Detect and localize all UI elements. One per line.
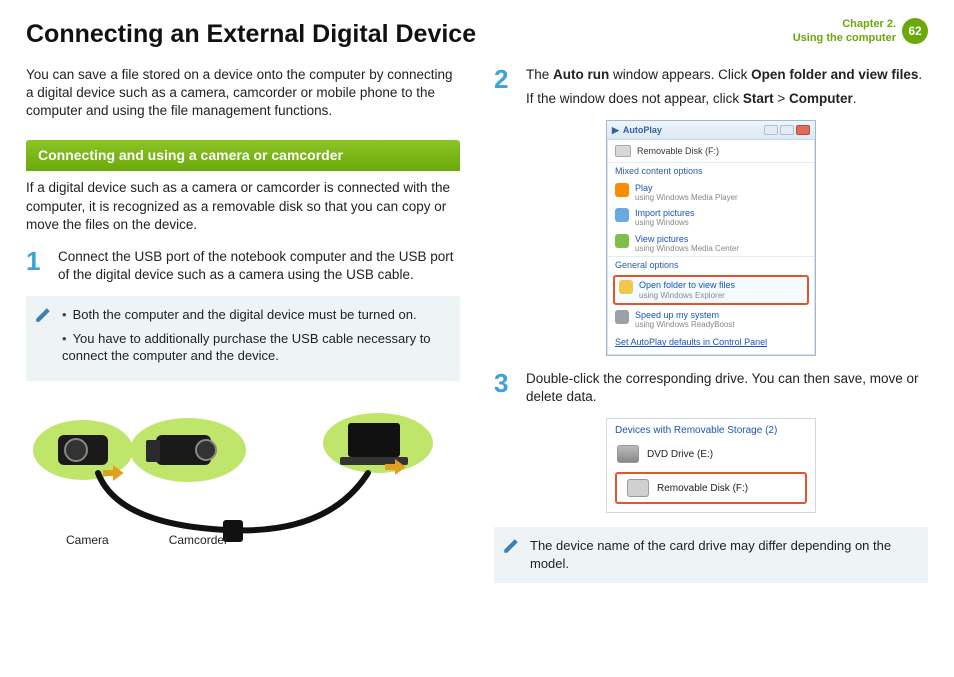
- step2-mid: window appears. Click: [609, 67, 751, 82]
- autoplay-import-label: Import pictures: [635, 208, 695, 218]
- page-title: Connecting an External Digital Device: [26, 18, 476, 52]
- storage-item-dvd[interactable]: DVD Drive (E:): [607, 440, 815, 468]
- step2-line2end: .: [853, 91, 857, 106]
- window-minimize-icon[interactable]: [764, 125, 778, 135]
- autoplay-open-label: Open folder to view files: [639, 280, 735, 290]
- step2-openfolder: Open folder and view files: [751, 67, 918, 82]
- autoplay-titlebar: ▶ AutoPlay: [607, 121, 815, 140]
- autoplay-play-label: Play: [635, 183, 738, 193]
- section-heading: Connecting and using a camera or camcord…: [26, 140, 460, 171]
- removable-disk-label: Removable Disk (F:): [657, 482, 748, 496]
- chapter-line-1: Chapter 2.: [793, 18, 896, 32]
- note-box-device-name: The device name of the card drive may di…: [494, 527, 928, 582]
- step2-autorun: Auto run: [553, 67, 609, 82]
- diagram-label-camcorder: Camcorder: [169, 532, 228, 548]
- step-number-1: 1: [26, 248, 48, 284]
- step-2: 2 The Auto run window appears. Click Ope…: [494, 66, 928, 108]
- autoplay-speed-label: Speed up my system: [635, 310, 735, 320]
- autoplay-defaults-link[interactable]: Set AutoPlay defaults in Control Panel: [607, 332, 815, 354]
- autoplay-title-text: AutoPlay: [623, 124, 662, 136]
- note-box-usb: Both the computer and the digital device…: [26, 296, 460, 381]
- autoplay-item-open-folder[interactable]: Open folder to view filesusing Windows E…: [613, 275, 809, 305]
- autoplay-drive-row: Removable Disk (F:): [607, 140, 815, 162]
- removable-storage-panel: Devices with Removable Storage (2) DVD D…: [606, 418, 816, 514]
- note-item-2: You have to additionally purchase the US…: [62, 330, 448, 365]
- dvd-drive-label: DVD Drive (E:): [647, 448, 713, 462]
- autoplay-play-sub: using Windows Media Player: [635, 193, 738, 202]
- removable-disk-icon: [627, 479, 649, 497]
- step2-computer: Computer: [789, 91, 853, 106]
- autoplay-drive-label: Removable Disk (F:): [637, 145, 719, 157]
- storage-header: Devices with Removable Storage (2): [607, 419, 815, 441]
- chapter-line-2: Using the computer: [793, 32, 896, 46]
- note-icon: [34, 306, 52, 324]
- autoplay-speed-sub: using Windows ReadyBoost: [635, 320, 735, 329]
- section-description: If a digital device such as a camera or …: [26, 179, 460, 234]
- connection-diagram: Camera Camcorder: [26, 395, 460, 548]
- note-item-1: Both the computer and the digital device…: [62, 306, 448, 324]
- step2-start: Start: [743, 91, 774, 106]
- view-icon: [615, 234, 629, 248]
- step-3-text: Double-click the corresponding drive. Yo…: [526, 370, 928, 406]
- autoplay-item-play[interactable]: Playusing Windows Media Player: [607, 180, 815, 206]
- autoplay-view-label: View pictures: [635, 234, 739, 244]
- autoplay-item-speedup[interactable]: Speed up my systemusing Windows ReadyBoo…: [607, 307, 815, 333]
- autoplay-import-sub: using Windows: [635, 218, 695, 227]
- autoplay-window: ▶ AutoPlay Removable Disk (F:) Mixed con…: [606, 120, 816, 355]
- page-header: Connecting an External Digital Device Ch…: [26, 18, 928, 52]
- step-1: 1 Connect the USB port of the notebook c…: [26, 248, 460, 284]
- dvd-drive-icon: [617, 445, 639, 463]
- step-number-2: 2: [494, 66, 516, 108]
- autoplay-general-header: General options: [607, 256, 815, 273]
- step-3: 3 Double-click the corresponding drive. …: [494, 370, 928, 406]
- import-icon: [615, 208, 629, 222]
- autoplay-view-sub: using Windows Media Center: [635, 244, 739, 253]
- diagram-label-camera: Camera: [66, 532, 109, 548]
- wmp-icon: [615, 183, 629, 197]
- page-number-badge: 62: [902, 18, 928, 44]
- right-column: 2 The Auto run window appears. Click Ope…: [494, 66, 928, 597]
- left-column: You can save a file stored on a device o…: [26, 66, 460, 597]
- storage-item-removable[interactable]: Removable Disk (F:): [615, 472, 807, 504]
- window-maximize-icon[interactable]: [780, 125, 794, 135]
- autoplay-icon: ▶: [612, 124, 619, 136]
- chapter-info: Chapter 2. Using the computer 62: [793, 18, 928, 46]
- intro-text: You can save a file stored on a device o…: [26, 66, 460, 121]
- readyboost-icon: [615, 310, 629, 324]
- step-number-3: 3: [494, 370, 516, 406]
- step2-end: .: [918, 67, 922, 82]
- autoplay-open-sub: using Windows Explorer: [639, 291, 735, 300]
- folder-icon: [619, 280, 633, 294]
- autoplay-item-import[interactable]: Import picturesusing Windows: [607, 205, 815, 231]
- step2-line2a: If the window does not appear, click: [526, 91, 743, 106]
- autoplay-mixed-header: Mixed content options: [607, 162, 815, 179]
- step-2-text: The Auto run window appears. Click Open …: [526, 66, 922, 108]
- drive-icon: [615, 145, 631, 157]
- window-close-icon[interactable]: [796, 125, 810, 135]
- note-device-name-text: The device name of the card drive may di…: [530, 537, 916, 572]
- note-icon: [502, 537, 520, 555]
- step-1-text: Connect the USB port of the notebook com…: [58, 248, 460, 284]
- autoplay-item-view[interactable]: View picturesusing Windows Media Center: [607, 231, 815, 257]
- step2-pre: The: [526, 67, 553, 82]
- step2-gt: >: [774, 91, 789, 106]
